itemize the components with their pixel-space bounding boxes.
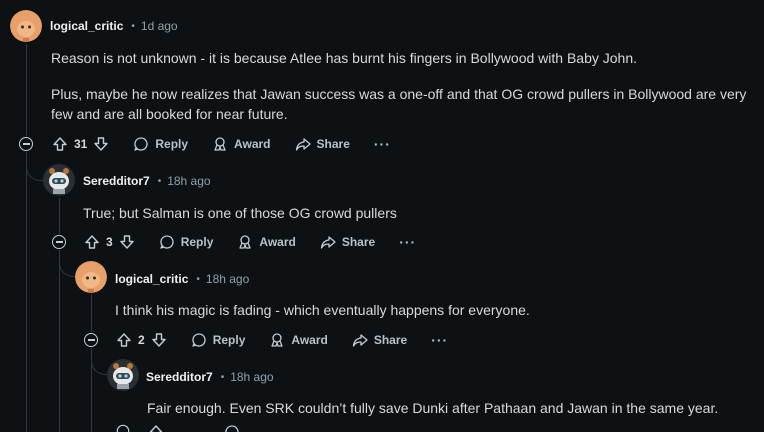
award-label: Award bbox=[291, 333, 328, 347]
vote-count: 31 bbox=[74, 137, 88, 151]
downvote-arrow-icon bbox=[119, 235, 134, 249]
share-button[interactable]: Share bbox=[295, 136, 350, 152]
share-label: Share bbox=[316, 137, 350, 151]
reply-button[interactable]: Reply bbox=[159, 234, 214, 250]
collapse-thread-button[interactable] bbox=[52, 235, 66, 249]
upvote-arrow-icon bbox=[53, 137, 67, 151]
thread-line-level-0[interactable] bbox=[26, 44, 27, 136]
upvote-button[interactable] bbox=[116, 332, 132, 348]
comment-timestamp[interactable]: 18h ago bbox=[206, 272, 249, 286]
award-ribbon-icon bbox=[214, 137, 226, 151]
comment-meta: Seredditor7 • 18h ago bbox=[146, 367, 274, 387]
robot-snoo-avatar-icon bbox=[107, 359, 139, 391]
more-options-button[interactable]: ··· bbox=[399, 234, 416, 250]
avatar[interactable] bbox=[75, 261, 107, 293]
meta-separator: • bbox=[131, 20, 135, 32]
comment-meta: logical_critic • 18h ago bbox=[115, 269, 249, 289]
collapse-thread-button[interactable] bbox=[19, 137, 33, 151]
award-label: Award bbox=[259, 235, 296, 249]
comment-actions bbox=[116, 424, 240, 432]
robot-snoo-avatar-icon bbox=[43, 164, 75, 196]
avatar[interactable] bbox=[43, 164, 75, 196]
meta-separator: • bbox=[196, 273, 200, 285]
meta-separator: • bbox=[220, 371, 225, 383]
award-ribbon-icon bbox=[239, 235, 252, 249]
share-button[interactable]: Share bbox=[320, 234, 375, 250]
comment-thread: logical_critic • 1d ago Reason is not un… bbox=[0, 0, 764, 432]
vote-count: 2 bbox=[138, 333, 145, 347]
comment-text: True; but Salman is one of those OG crow… bbox=[83, 205, 397, 221]
orange-snoo-avatar-icon bbox=[10, 10, 42, 42]
thread-line-level-2[interactable] bbox=[91, 294, 92, 332]
share-label: Share bbox=[373, 333, 408, 347]
author-name[interactable]: Seredditor7 bbox=[146, 370, 213, 384]
share-button[interactable]: Share bbox=[352, 332, 407, 348]
downvote-button[interactable] bbox=[93, 136, 109, 152]
upvote-button[interactable] bbox=[84, 234, 100, 250]
downvote-arrow-icon bbox=[94, 137, 109, 151]
orange-snoo-avatar-icon bbox=[75, 261, 107, 293]
more-options-button[interactable]: ··· bbox=[431, 332, 448, 348]
author-name[interactable]: Seredditor7 bbox=[83, 174, 150, 188]
thread-line-level-1[interactable] bbox=[59, 198, 60, 234]
comment-text: Plus, maybe he now realizes that Jawan s… bbox=[51, 86, 747, 102]
reply-label: Reply bbox=[180, 235, 214, 249]
comment-timestamp[interactable]: 18h ago bbox=[167, 174, 210, 188]
comment-text: Fair enough. Even SRK couldn’t fully sav… bbox=[147, 400, 719, 416]
comment-text: I think his magic is fading - which even… bbox=[115, 302, 530, 318]
award-button[interactable]: Award bbox=[237, 234, 296, 250]
upvote-arrow-icon[interactable] bbox=[148, 424, 164, 432]
comment-meta: logical_critic • 1d ago bbox=[50, 16, 178, 36]
thread-line-level-1-cont[interactable] bbox=[59, 250, 60, 432]
comment-text: Reason is not unknown - it is because At… bbox=[51, 50, 637, 66]
meta-separator: • bbox=[157, 175, 162, 187]
downvote-button[interactable] bbox=[151, 332, 167, 348]
comment-timestamp[interactable]: 18h ago bbox=[230, 370, 273, 384]
reply-button[interactable]: Reply bbox=[133, 136, 188, 152]
reply-label: Reply bbox=[212, 333, 246, 347]
share-arrow-icon bbox=[320, 236, 336, 249]
speech-bubble-icon bbox=[159, 235, 174, 249]
downvote-arrow-icon bbox=[151, 333, 166, 347]
award-ribbon-icon bbox=[271, 333, 284, 347]
author-name[interactable]: logical_critic bbox=[50, 19, 123, 33]
collapse-icon[interactable] bbox=[116, 424, 130, 432]
speech-bubble-icon bbox=[134, 137, 148, 151]
comment-meta: Seredditor7 • 18h ago bbox=[83, 171, 211, 191]
reply-button[interactable]: Reply bbox=[191, 332, 246, 348]
award-label: Award bbox=[234, 137, 271, 151]
avatar[interactable] bbox=[107, 359, 139, 391]
comment-actions: 2 Reply Award Share ··· bbox=[116, 326, 448, 354]
upvote-arrow-icon bbox=[117, 333, 131, 347]
thread-line-level-0-cont[interactable] bbox=[26, 152, 27, 432]
award-button[interactable]: Award bbox=[269, 332, 328, 348]
reply-label: Reply bbox=[155, 137, 189, 151]
collapse-thread-button[interactable] bbox=[84, 333, 98, 347]
downvote-button[interactable] bbox=[119, 234, 135, 250]
share-arrow-icon bbox=[295, 138, 311, 151]
share-arrow-icon bbox=[352, 334, 368, 347]
comment-timestamp[interactable]: 1d ago bbox=[141, 19, 178, 33]
speech-bubble-icon bbox=[191, 333, 206, 347]
more-options-button[interactable]: ··· bbox=[374, 136, 391, 152]
upvote-button[interactable] bbox=[52, 136, 68, 152]
vote-count: 3 bbox=[106, 235, 113, 249]
share-label: Share bbox=[341, 235, 376, 249]
comment-actions: 3 Reply Award Share ··· bbox=[84, 228, 416, 256]
upvote-arrow-icon bbox=[85, 235, 99, 249]
comment-text: few and are all booked for near future. bbox=[51, 106, 288, 122]
award-button[interactable]: Award bbox=[212, 136, 271, 152]
speech-bubble-icon[interactable] bbox=[224, 424, 240, 432]
comment-actions: 31 Reply Award Share ··· bbox=[52, 130, 391, 158]
avatar[interactable] bbox=[10, 10, 42, 42]
author-name[interactable]: logical_critic bbox=[115, 272, 188, 286]
